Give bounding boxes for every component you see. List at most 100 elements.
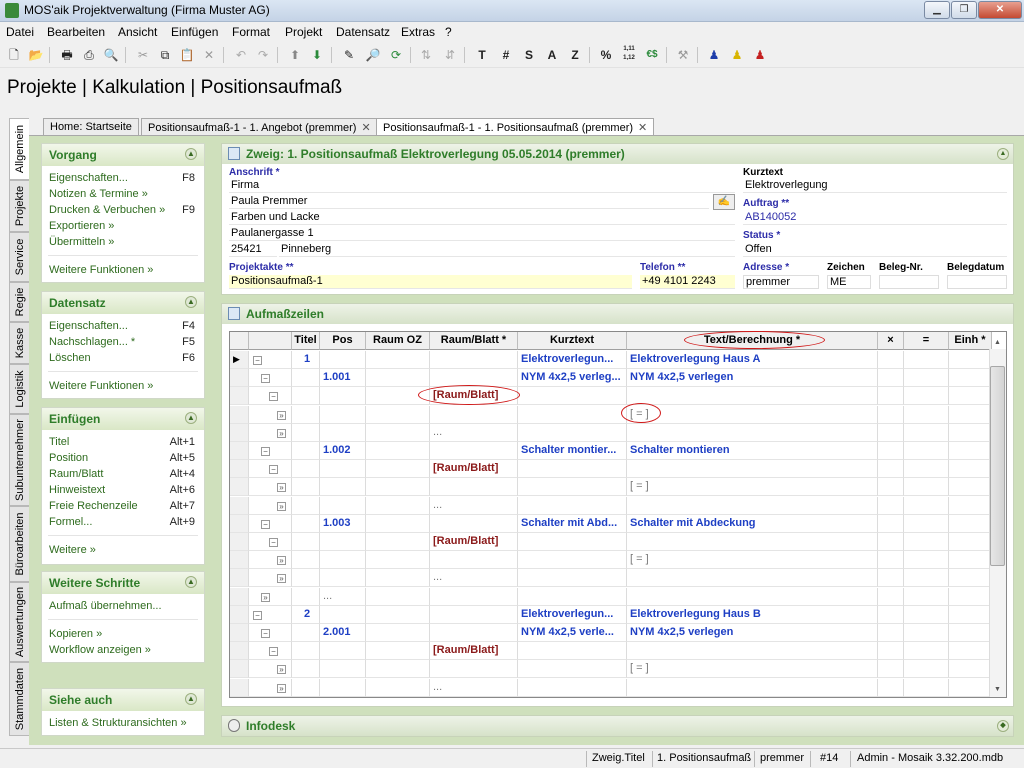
belegdatum-field[interactable] xyxy=(947,275,1007,289)
auftrag-field[interactable]: AB140052 xyxy=(743,211,1007,225)
cell[interactable] xyxy=(904,514,949,533)
expand-icon[interactable]: ◆ xyxy=(997,720,1009,732)
cell[interactable] xyxy=(949,478,992,497)
table-row[interactable]: [ = ] » xyxy=(230,478,992,497)
cell-titel[interactable] xyxy=(292,460,320,479)
cell-kurz[interactable]: Elektroverlegun... xyxy=(518,605,627,624)
column-header[interactable]: Raum OZ xyxy=(366,332,430,350)
minimize-button[interactable]: ▁ xyxy=(924,1,950,19)
cell-pos[interactable] xyxy=(320,678,366,697)
cell[interactable] xyxy=(366,624,430,642)
cell[interactable] xyxy=(366,678,430,697)
side-tab-service[interactable]: Service xyxy=(9,232,29,282)
cell-raumblatt[interactable] xyxy=(430,405,518,424)
cell[interactable] xyxy=(878,387,904,406)
link-notizen[interactable]: Notizen & Termine » xyxy=(49,188,148,200)
cell[interactable] xyxy=(904,423,949,442)
link-titel[interactable]: Titel xyxy=(49,436,69,448)
side-tab-kasse[interactable]: Kasse xyxy=(9,322,29,364)
cell-titel[interactable] xyxy=(292,642,320,661)
leaf-icon[interactable]: » xyxy=(277,501,286,511)
cell-pos[interactable] xyxy=(320,405,366,424)
cell-kurz[interactable]: Schalter mit Abd... xyxy=(518,514,627,533)
cut-icon[interactable]: ✂ xyxy=(133,45,153,65)
cell-pos[interactable] xyxy=(320,351,366,369)
anschrift-line-4[interactable]: Paulanergasse 1 xyxy=(229,227,735,241)
cell[interactable] xyxy=(878,405,904,424)
refresh-icon[interactable]: ⟳ xyxy=(386,45,406,65)
cell-raumblatt[interactable] xyxy=(430,587,518,606)
link-weitere-funktionen[interactable]: Weitere Funktionen » xyxy=(49,264,153,276)
link-weitere[interactable]: Weitere » xyxy=(49,544,96,556)
paste-icon[interactable]: 📋 xyxy=(177,45,197,65)
cell[interactable] xyxy=(878,587,904,606)
column-header[interactable]: = xyxy=(904,332,949,350)
link-loeschen[interactable]: Löschen xyxy=(49,352,91,364)
group-header[interactable]: Weitere Schritte ▲ xyxy=(42,572,204,594)
link-listen-strukturansichten[interactable]: Listen & Strukturansichten » xyxy=(49,717,187,729)
cell[interactable] xyxy=(904,460,949,479)
cell-raumblatt[interactable]: ... xyxy=(430,423,518,442)
cell[interactable] xyxy=(904,442,949,460)
cell[interactable] xyxy=(878,624,904,642)
cell-text[interactable] xyxy=(627,533,878,551)
plz-field[interactable]: 25421 xyxy=(229,243,277,257)
cell-titel[interactable] xyxy=(292,514,320,533)
cell[interactable] xyxy=(904,478,949,497)
side-tab-logistik[interactable]: Logistik xyxy=(9,364,29,414)
leaf-icon[interactable]: » xyxy=(277,556,286,566)
table-row[interactable]: 2 Elektroverlegun... Elektroverlegung Haus… xyxy=(230,605,992,624)
cell[interactable] xyxy=(904,678,949,697)
collapse-toggle-icon[interactable]: − xyxy=(261,374,270,384)
cell-titel[interactable] xyxy=(292,587,320,606)
cell-kurz[interactable] xyxy=(518,460,627,479)
leaf-icon[interactable]: » xyxy=(277,483,286,493)
cell-pos[interactable] xyxy=(320,496,366,515)
cell-pos[interactable] xyxy=(320,460,366,479)
cell[interactable] xyxy=(366,478,430,497)
side-tab-regie[interactable]: Regie xyxy=(9,282,29,322)
cell[interactable] xyxy=(949,423,992,442)
cell[interactable] xyxy=(949,642,992,661)
cell[interactable] xyxy=(904,351,949,369)
cell-kurz[interactable]: NYM 4x2,5 verle... xyxy=(518,624,627,642)
cell[interactable] xyxy=(949,460,992,479)
cell[interactable] xyxy=(366,369,430,388)
cell-text[interactable]: Elektroverlegung Haus A xyxy=(627,351,878,369)
status-field[interactable]: Offen xyxy=(743,243,1007,257)
cell[interactable] xyxy=(878,478,904,497)
cell[interactable] xyxy=(366,405,430,424)
cell-pos[interactable]: 1.001 xyxy=(320,369,366,388)
cell[interactable] xyxy=(949,605,992,624)
cell-raumblatt[interactable]: [Raum/Blatt] xyxy=(430,642,518,661)
print-preview-icon[interactable]: 🔍 xyxy=(101,45,121,65)
menu-datensatz[interactable]: Datensatz xyxy=(336,25,390,39)
cell[interactable] xyxy=(366,605,430,624)
cell[interactable] xyxy=(904,642,949,661)
cell[interactable] xyxy=(904,369,949,388)
table-row[interactable]: [Raum/Blatt] − xyxy=(230,642,992,661)
open-icon[interactable]: 📂 xyxy=(26,45,46,65)
cell-kurz[interactable] xyxy=(518,642,627,661)
side-tab-subunternehmer[interactable]: Subunternehmer xyxy=(9,414,29,506)
zeichen-field[interactable]: ME xyxy=(827,275,871,289)
column-header[interactable]: Raum/Blatt * xyxy=(430,332,518,350)
text-a-button[interactable]: A xyxy=(542,45,562,65)
cell-text[interactable] xyxy=(627,678,878,697)
link-aufmass-uebernehmen[interactable]: Aufmaß übernehmen... xyxy=(49,600,162,612)
link-uebermitteln[interactable]: Übermitteln » xyxy=(49,236,114,248)
cell-text[interactable] xyxy=(627,387,878,406)
link-freie-rechenzeile[interactable]: Freie Rechenzeile xyxy=(49,500,138,512)
menu-extras[interactable]: Extras xyxy=(401,25,435,39)
cell[interactable] xyxy=(949,569,992,588)
cell-text[interactable] xyxy=(627,587,878,606)
table-row[interactable]: 2.001 NYM 4x2,5 verle... NYM 4x2,5 verlege… xyxy=(230,624,992,642)
cell[interactable] xyxy=(949,533,992,551)
collapse-toggle-icon[interactable]: − xyxy=(261,447,270,456)
cell-text[interactable] xyxy=(627,496,878,515)
cell-text[interactable]: NYM 4x2,5 verlegen xyxy=(627,369,878,388)
cell[interactable] xyxy=(366,514,430,533)
group-header[interactable]: Vorgang ▲ xyxy=(42,144,204,166)
table-row[interactable]: ... » xyxy=(230,587,992,606)
leaf-icon[interactable]: » xyxy=(277,683,286,693)
